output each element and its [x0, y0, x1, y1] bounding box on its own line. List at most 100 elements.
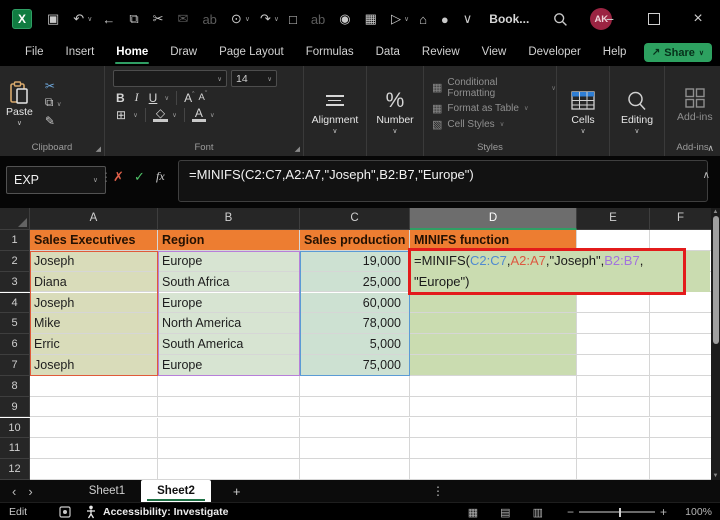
- accessibility-icon[interactable]: [85, 505, 97, 519]
- back-icon[interactable]: ←: [95, 10, 122, 29]
- cell-C12[interactable]: [300, 459, 410, 480]
- copy-icon[interactable]: ⧉: [122, 9, 145, 29]
- cell-E1[interactable]: [577, 230, 650, 251]
- row-header-11[interactable]: 11: [0, 438, 30, 460]
- cell-F10[interactable]: [650, 417, 712, 439]
- row-header-2[interactable]: 2: [0, 250, 30, 272]
- cell-A11[interactable]: [30, 438, 158, 460]
- row-header-4[interactable]: 4: [0, 292, 30, 314]
- chevron-down-icon[interactable]: ∨: [133, 111, 138, 119]
- insert-function-button[interactable]: fx: [156, 169, 165, 184]
- spelling-icon[interactable]: ab: [195, 10, 223, 29]
- share-button[interactable]: ↗ Share ∨: [643, 43, 712, 62]
- cell-B7[interactable]: Europe: [158, 355, 300, 376]
- macro-record-icon[interactable]: [59, 506, 71, 518]
- decrease-font-size-button[interactable]: Aˇ: [198, 91, 207, 103]
- cell-C4[interactable]: 60,000: [300, 292, 410, 314]
- page-break-view-icon[interactable]: ▥: [522, 506, 554, 519]
- cell-B6[interactable]: South America: [158, 334, 300, 355]
- borders-button[interactable]: ⊞: [113, 108, 129, 122]
- cell-A3[interactable]: Diana: [30, 271, 158, 293]
- tab-home[interactable]: Home: [105, 41, 159, 64]
- font-color-button[interactable]: A: [191, 107, 206, 122]
- cell-B9[interactable]: [158, 396, 300, 418]
- excel-logo[interactable]: X: [12, 9, 32, 29]
- minimize-button[interactable]: −: [588, 0, 632, 38]
- number-button[interactable]: % Number ∨: [370, 66, 419, 156]
- next-sheet-icon[interactable]: ›: [28, 484, 44, 499]
- qat-overflow-icon[interactable]: ∨: [456, 9, 480, 29]
- cell-D6[interactable]: [410, 334, 577, 355]
- cell-E7[interactable]: [577, 355, 650, 376]
- column-header-C[interactable]: C: [300, 208, 410, 230]
- cell-A4[interactable]: Joseph: [30, 292, 158, 314]
- sheet-menu-icon[interactable]: ⋮: [432, 484, 444, 498]
- copy-icon[interactable]: ⧉ ∨: [45, 96, 62, 111]
- cell-B11[interactable]: [158, 438, 300, 460]
- cell-A1[interactable]: Sales Executives: [30, 230, 158, 251]
- underline-button[interactable]: U: [146, 91, 161, 105]
- cell-C10[interactable]: [300, 417, 410, 439]
- row-header-5[interactable]: 5: [0, 313, 30, 335]
- editing-button[interactable]: Editing ∨: [615, 66, 659, 156]
- undo-dropdown-icon[interactable]: ∨: [87, 15, 92, 23]
- cell-C9[interactable]: [300, 396, 410, 418]
- row-header-10[interactable]: 10: [0, 417, 30, 439]
- tab-page-layout[interactable]: Page Layout: [208, 41, 295, 63]
- cell-B10[interactable]: [158, 417, 300, 439]
- chevron-down-icon[interactable]: ∨: [164, 94, 169, 102]
- export-dropdown-icon[interactable]: ∨: [404, 15, 409, 23]
- cell-E10[interactable]: [577, 417, 650, 439]
- chevron-down-icon[interactable]: ∨: [172, 111, 177, 119]
- prev-sheet-icon[interactable]: ‹: [0, 484, 28, 499]
- cut-icon[interactable]: ✂: [45, 80, 62, 92]
- cell-B4[interactable]: Europe: [158, 292, 300, 314]
- cell-F1[interactable]: [650, 230, 712, 251]
- cell-C8[interactable]: [300, 375, 410, 397]
- cell-A8[interactable]: [30, 375, 158, 397]
- cell-F5[interactable]: [650, 313, 712, 335]
- cell-E4[interactable]: [577, 292, 650, 314]
- vertical-scroll-thumb[interactable]: [712, 216, 719, 344]
- row-header-9[interactable]: 9: [0, 396, 30, 418]
- cells-button[interactable]: Cells ∨: [565, 66, 601, 156]
- maximize-button[interactable]: [632, 0, 676, 38]
- column-header-B[interactable]: B: [158, 208, 300, 230]
- cell-D4[interactable]: [410, 292, 577, 314]
- sheet-tab-sheet2[interactable]: Sheet2: [141, 480, 211, 502]
- cell-E9[interactable]: [577, 396, 650, 418]
- cell-E12[interactable]: [577, 459, 650, 480]
- camera-icon[interactable]: ◉: [332, 9, 357, 29]
- collapse-ribbon-icon[interactable]: ∧: [707, 143, 714, 154]
- add-sheet-button[interactable]: +: [211, 484, 263, 499]
- cell-A12[interactable]: [30, 459, 158, 480]
- italic-button[interactable]: I: [132, 90, 142, 105]
- redo-dropdown-icon[interactable]: ∨: [274, 15, 279, 23]
- row-header-6[interactable]: 6: [0, 334, 30, 355]
- new-file-icon[interactable]: □: [282, 10, 304, 29]
- accessibility-status[interactable]: Accessibility: Investigate: [103, 506, 228, 518]
- alignment-button[interactable]: Alignment ∨: [306, 66, 365, 156]
- cell-D1[interactable]: MINIFS function: [410, 230, 577, 251]
- zoom-level[interactable]: 100%: [678, 506, 714, 518]
- close-button[interactable]: ×: [676, 0, 720, 38]
- cell-E11[interactable]: [577, 438, 650, 460]
- cell-D8[interactable]: [410, 375, 577, 397]
- tab-formulas[interactable]: Formulas: [295, 41, 365, 63]
- column-header-F[interactable]: F: [650, 208, 712, 230]
- format-painter-icon[interactable]: ✎: [45, 115, 62, 127]
- cell-C2[interactable]: 19,000: [300, 250, 410, 272]
- tab-insert[interactable]: Insert: [55, 41, 106, 63]
- cell-F7[interactable]: [650, 355, 712, 376]
- touch-mode-dropdown-icon[interactable]: ∨: [245, 15, 250, 23]
- cell-A7[interactable]: Joseph: [30, 355, 158, 376]
- cell-C11[interactable]: [300, 438, 410, 460]
- cell-C5[interactable]: 78,000: [300, 313, 410, 335]
- increase-font-size-button[interactable]: Aˆ: [184, 91, 194, 105]
- cell-E5[interactable]: [577, 313, 650, 335]
- cell-D5[interactable]: [410, 313, 577, 335]
- save-icon[interactable]: ▣: [40, 9, 66, 29]
- cell-A6[interactable]: Erric: [30, 334, 158, 355]
- cell-B5[interactable]: North America: [158, 313, 300, 335]
- mail-icon[interactable]: ✉: [171, 9, 196, 29]
